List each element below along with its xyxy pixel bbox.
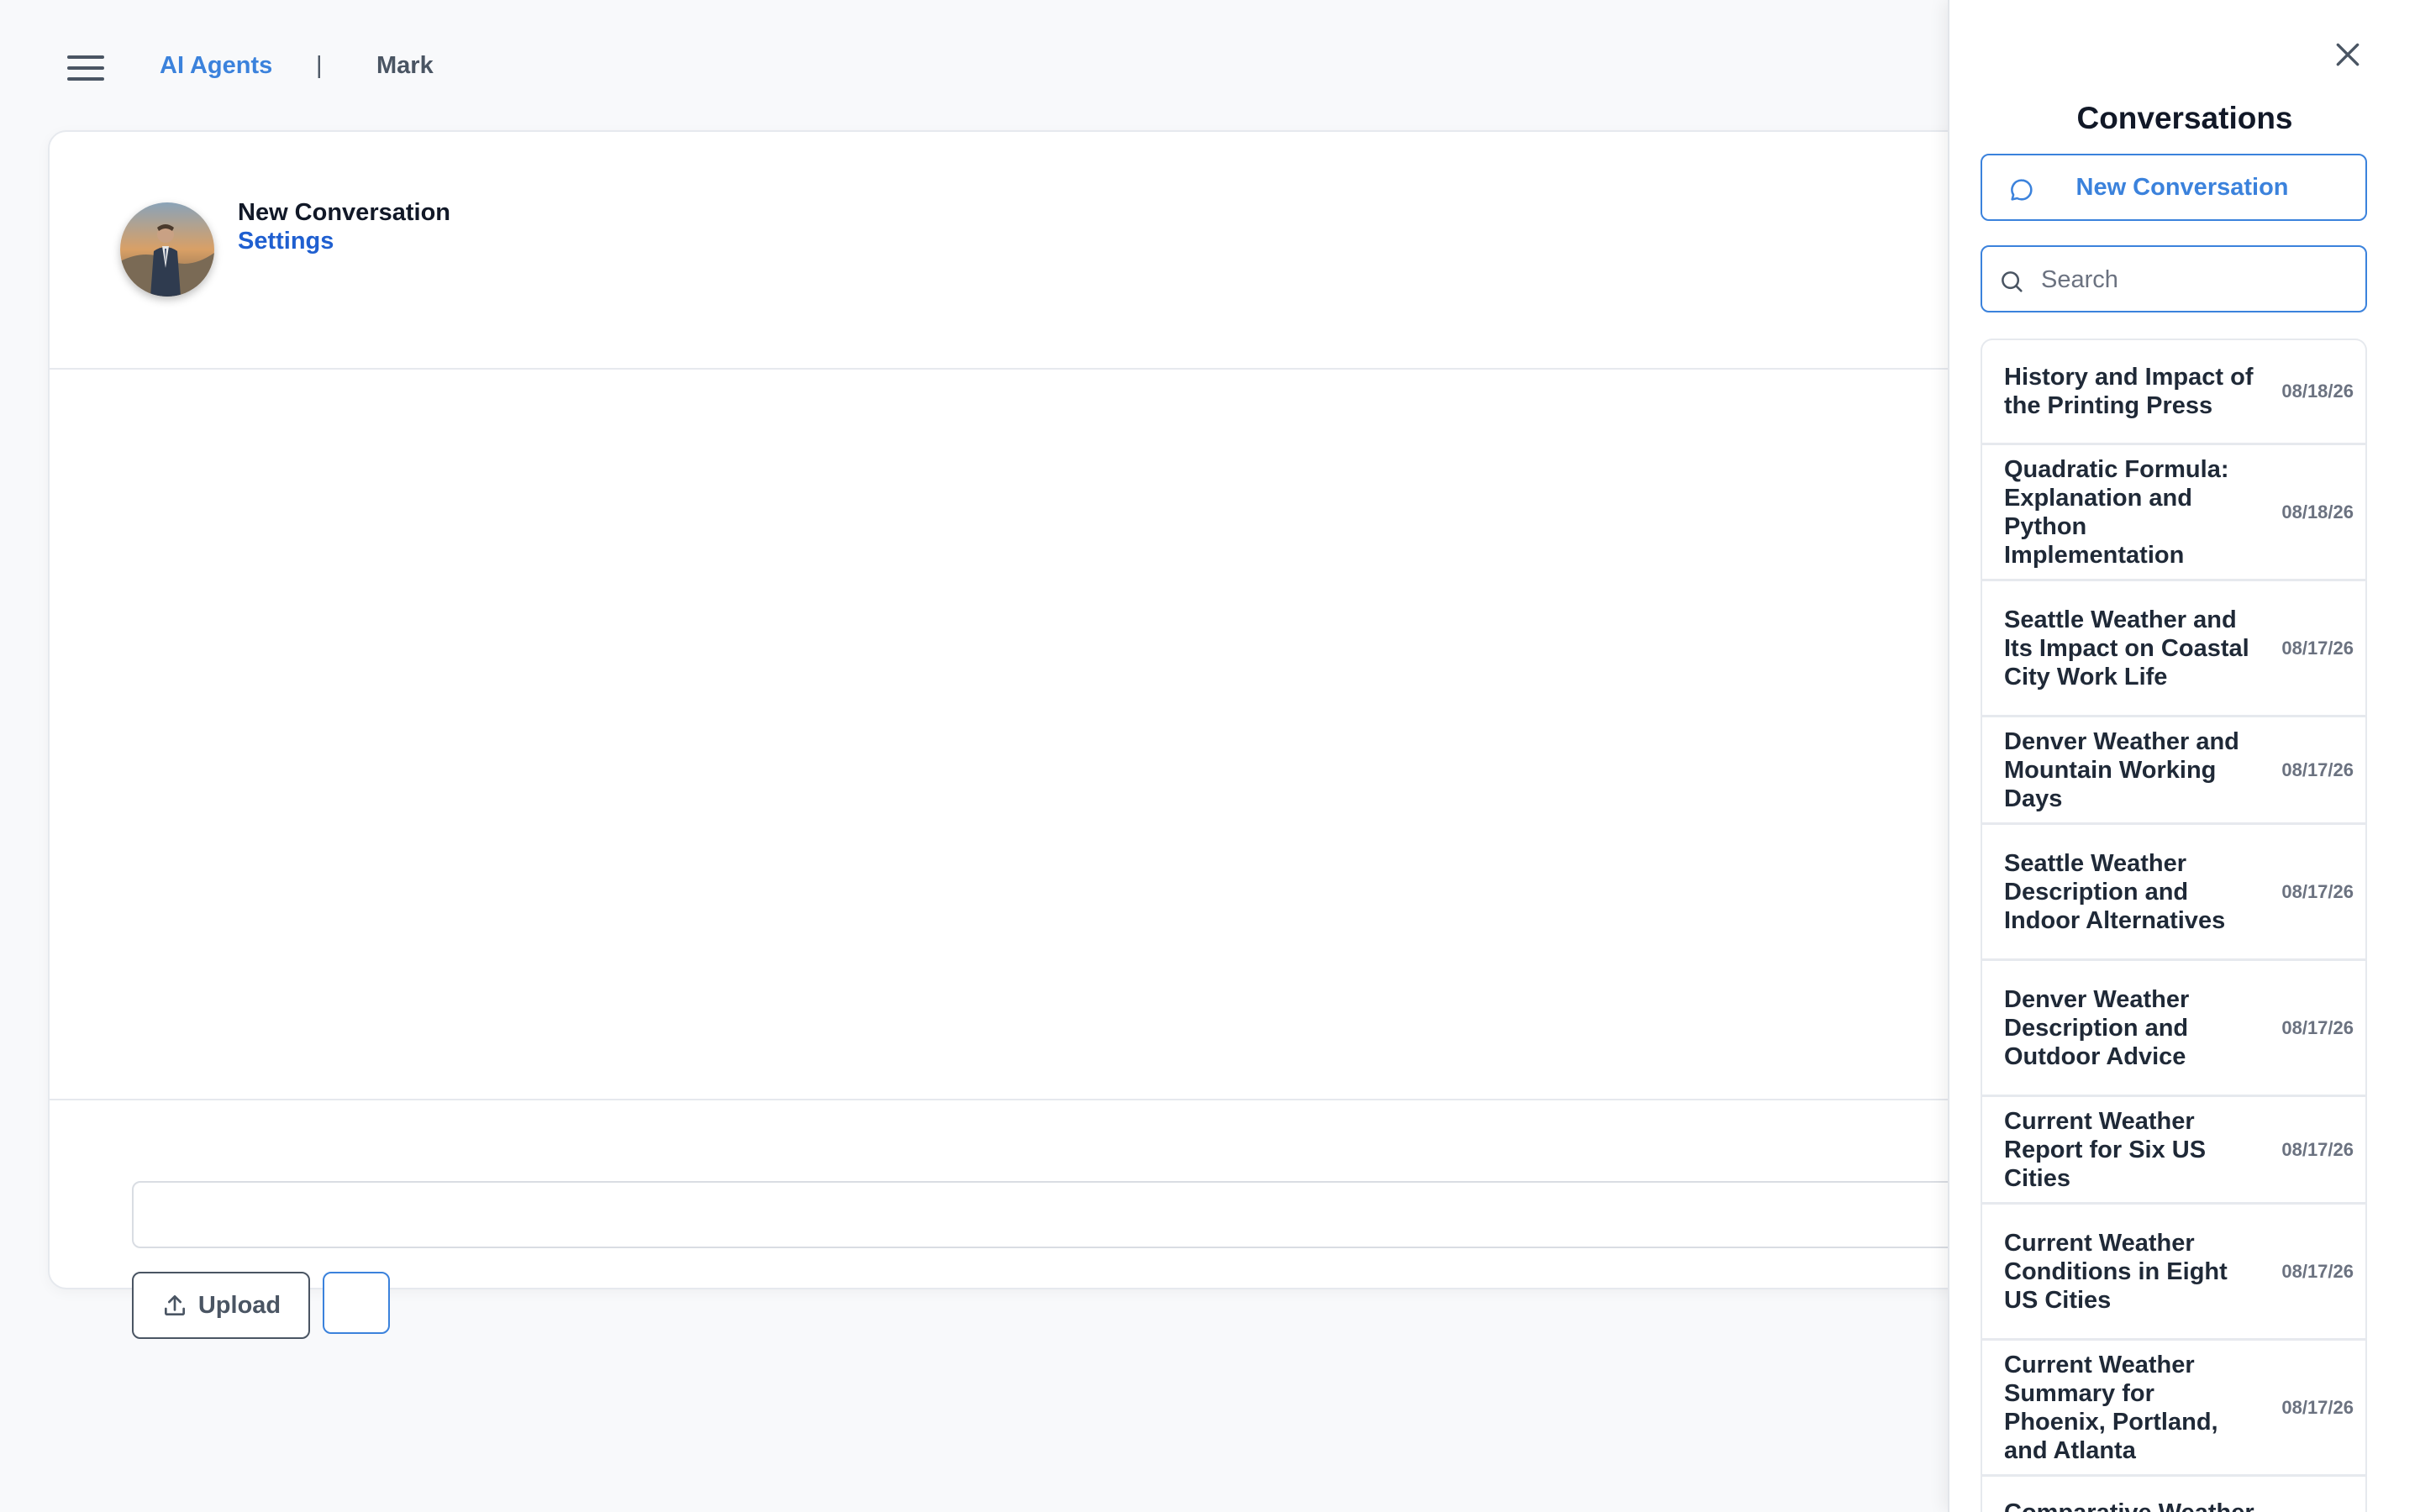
new-conversation-label: New Conversation: [2075, 174, 2289, 201]
conversation-list: History and Impact of the Printing Press…: [1981, 339, 2367, 1512]
conversations-panel: Conversations New Conversation History a…: [1948, 0, 2420, 1512]
breadcrumb-ai-agents[interactable]: AI Agents: [160, 52, 272, 80]
conversation-list-item[interactable]: Current Weather Summary for Phoenix, Por…: [1982, 1341, 2365, 1477]
conversation-item-title: Current Weather Summary for Phoenix, Por…: [2004, 1351, 2218, 1464]
conversation-item-title: Seattle Weather Description and Indoor A…: [2004, 849, 2226, 934]
conversation-item-title: Quadratic Formula: Explanation and Pytho…: [2004, 455, 2229, 569]
conversation-list-item[interactable]: Seattle Weather and Its Impact on Coasta…: [1982, 581, 2365, 717]
conversation-header: New Conversation Settings: [50, 132, 1979, 370]
conversation-item-date: 08/17/26: [2281, 1396, 2354, 1418]
conversation-item-title: Denver Weather and Mountain Working Days: [2004, 727, 2239, 812]
search-input[interactable]: [2039, 259, 2350, 301]
hamburger-menu-icon[interactable]: [67, 55, 104, 86]
conversation-item-title: Seattle Weather and Its Impact on Coasta…: [2004, 606, 2249, 690]
panel-title: Conversations: [2076, 101, 2293, 135]
send-button[interactable]: [323, 1272, 390, 1334]
conversation-item-date: 08/17/26: [2281, 1138, 2354, 1160]
message-input[interactable]: [132, 1181, 1981, 1248]
message-composer: Upload: [50, 1099, 1981, 1339]
upload-label: Upload: [197, 1291, 281, 1319]
new-conversation-button[interactable]: New Conversation: [1981, 154, 2367, 221]
agent-avatar: [120, 202, 214, 297]
conversation-item-title: Denver Weather Description and Outdoor A…: [2004, 985, 2190, 1070]
top-bar: AI Agents | Mark: [0, 0, 1966, 134]
conversation-item-title: Comparative Weather: [1982, 1499, 2260, 1512]
conversation-list-item[interactable]: Denver Weather Description and Outdoor A…: [1982, 961, 2365, 1097]
conversation-item-date: 08/18/26: [2281, 381, 2354, 402]
breadcrumb-agent-name: Mark: [376, 52, 434, 79]
conversation-item-date: 08/17/26: [2281, 880, 2354, 902]
upload-icon: [164, 1295, 185, 1315]
conversation-item-date: 08/17/26: [2281, 637, 2354, 659]
conversation-item-title: Current Weather Conditions in Eight US C…: [2004, 1229, 2228, 1314]
close-icon[interactable]: [2331, 38, 2365, 71]
upload-button[interactable]: Upload: [132, 1272, 310, 1339]
conversation-item-date: 08/17/26: [2281, 1016, 2354, 1038]
conversation-item-date: 08/17/26: [2281, 1260, 2354, 1282]
breadcrumb-separator: |: [316, 52, 323, 79]
settings-link[interactable]: Settings: [238, 228, 334, 255]
message-area: [50, 371, 1979, 1099]
conversation-list-item[interactable]: Current Weather Conditions in Eight US C…: [1982, 1205, 2365, 1341]
search-box: [1981, 245, 2367, 312]
conversation-title: New Conversation: [238, 199, 450, 226]
conversation-list-item[interactable]: Denver Weather and Mountain Working Days…: [1982, 717, 2365, 825]
conversation-list-item[interactable]: Current Weather Report for Six US Cities…: [1982, 1097, 2365, 1205]
conversation-list-item[interactable]: Comparative Weather: [1982, 1477, 2365, 1512]
conversation-list-item[interactable]: Quadratic Formula: Explanation and Pytho…: [1982, 445, 2365, 581]
search-icon: [2002, 271, 2023, 292]
conversation-list-item[interactable]: Seattle Weather Description and Indoor A…: [1982, 825, 2365, 961]
conversation-list-item[interactable]: History and Impact of the Printing Press…: [1982, 340, 2365, 445]
conversation-card: New Conversation Settings Upload: [48, 130, 1981, 1339]
avatar-portrait-image: [120, 202, 214, 297]
conversation-item-title: History and Impact of the Printing Press: [2004, 364, 2254, 419]
conversation-item-date: 08/18/26: [2281, 501, 2354, 522]
conversation-item-date: 08/17/26: [2281, 759, 2354, 780]
conversation-item-title: Current Weather Report for Six US Cities: [2004, 1107, 2207, 1192]
